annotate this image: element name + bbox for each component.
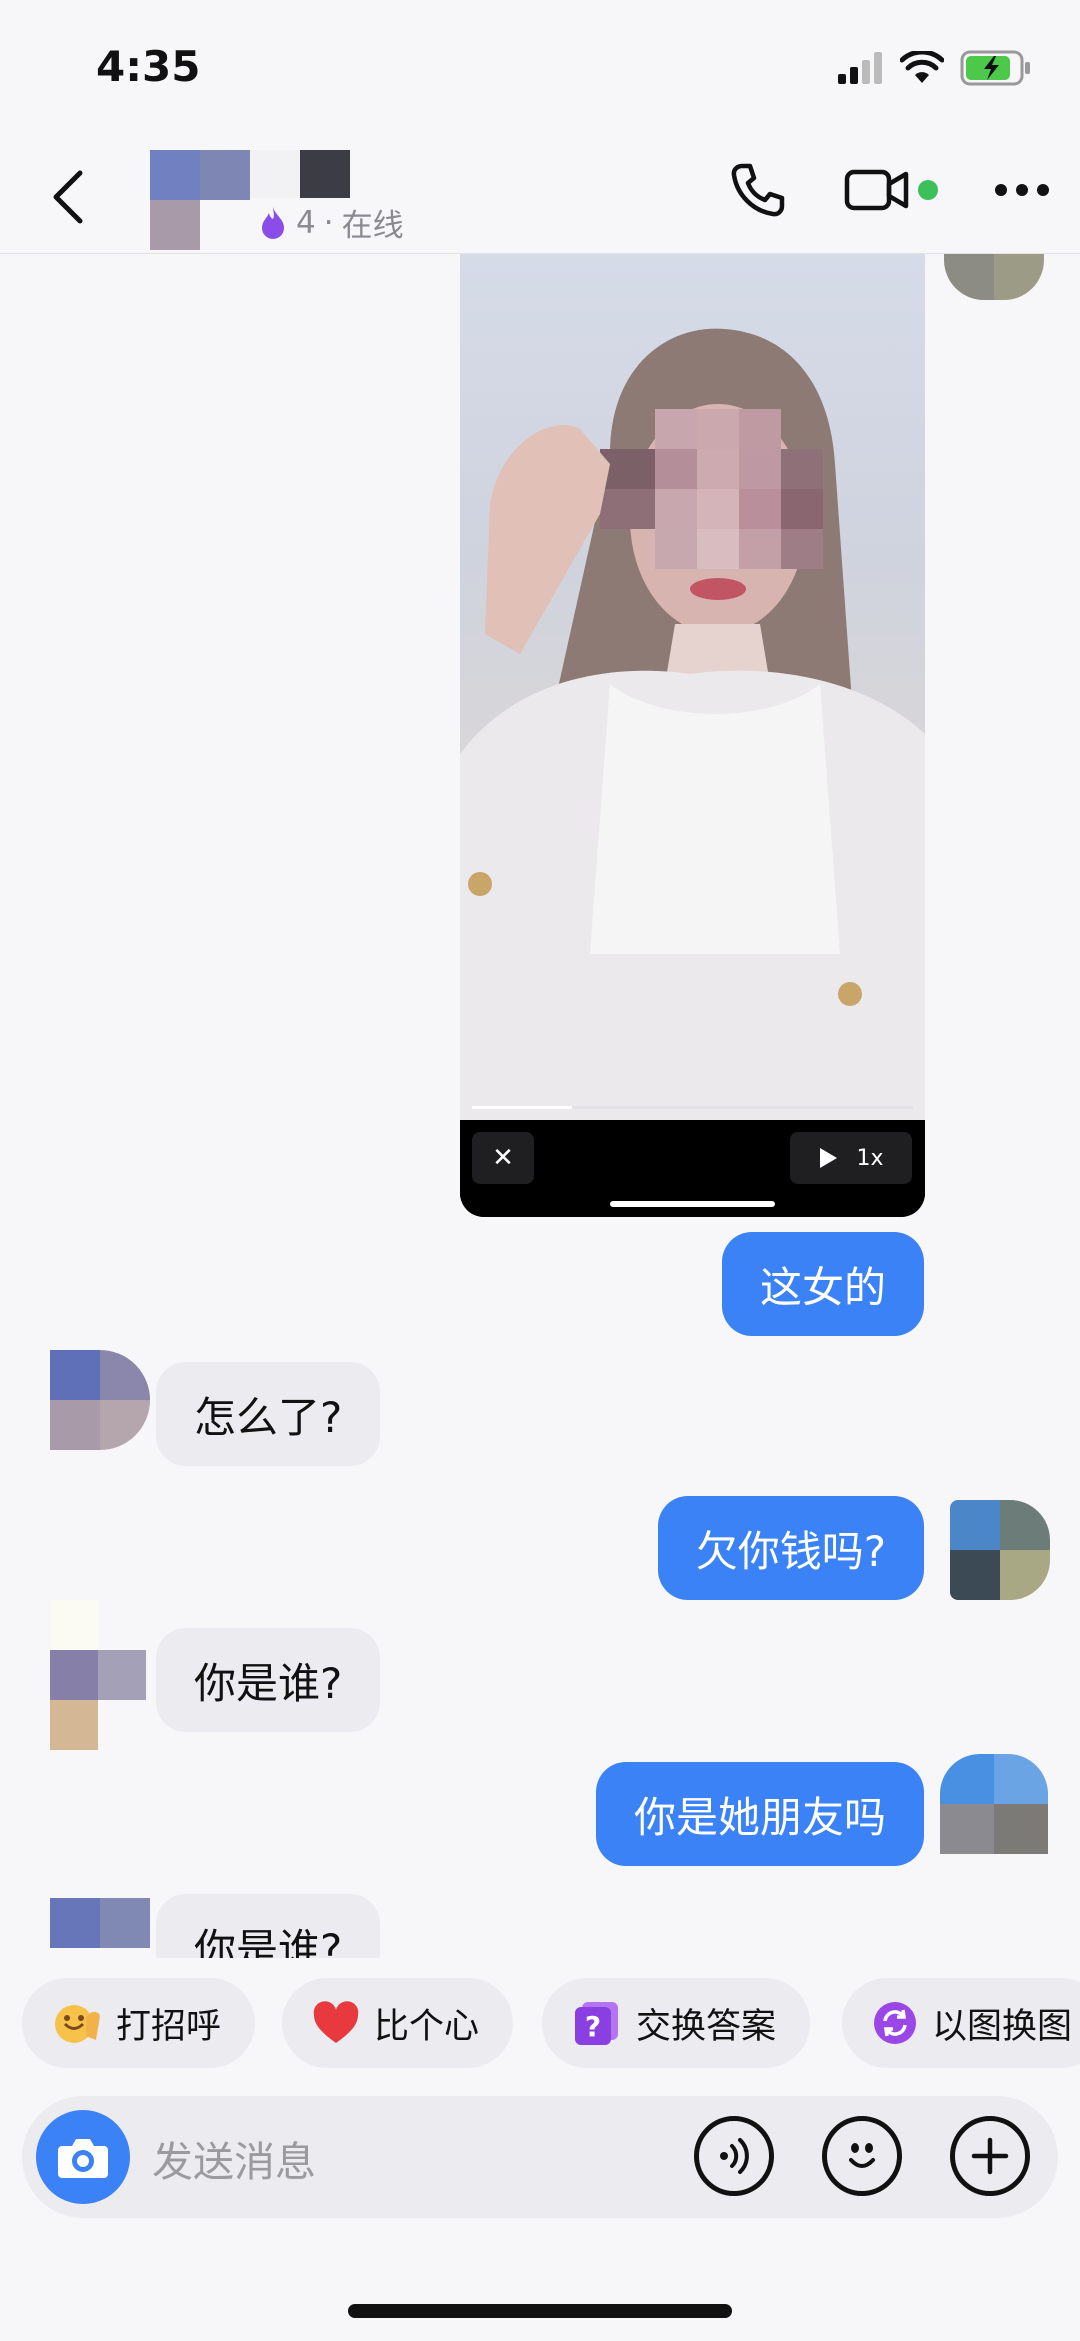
chat-screen: 4:35 4 · 在线 ✕ 1x 这女的 怎么了? 欠你钱吗? 你是谁? 你是她…: [0, 0, 1080, 2341]
video-controls: ✕ 1x: [460, 1120, 925, 1217]
message-list[interactable]: ✕ 1x 这女的 怎么了? 欠你钱吗? 你是谁? 你是她朋友吗 你是谁?: [0, 254, 1080, 1958]
quick-reply-bar: 打招呼 比个心 ? 交换答案 以图换图: [0, 1978, 1080, 2070]
message-bubble-outgoing[interactable]: 你是她朋友吗: [595, 1762, 924, 1866]
quick-reply-chip[interactable]: 以图换图: [842, 1978, 1080, 2068]
video-camera-icon: [844, 169, 909, 211]
image-swap-icon: [874, 2002, 916, 2044]
video-home-line: [610, 1201, 775, 1207]
chip-label: 以图换图: [932, 2006, 1073, 2047]
wifi-icon: [900, 51, 944, 83]
status-separator: ·: [323, 204, 334, 241]
intimacy-level: 4: [296, 204, 316, 241]
contact-avatar-small[interactable]: [50, 1898, 150, 1958]
more-actions-button[interactable]: [950, 2116, 1030, 2196]
video-thumbnail[interactable]: [460, 254, 925, 1120]
chip-label: 交换答案: [636, 2006, 777, 2047]
home-indicator: [348, 2304, 732, 2318]
voice-wave-icon: [720, 2138, 749, 2174]
flame-icon: [262, 206, 284, 239]
back-button[interactable]: [38, 162, 98, 232]
header-actions: [728, 160, 1050, 220]
battery-icon: [960, 50, 1030, 86]
emoji-button[interactable]: [822, 2116, 902, 2196]
message-text: 怎么了?: [194, 1392, 343, 1442]
status-time: 4:35: [96, 42, 201, 91]
my-avatar[interactable]: [940, 1754, 1048, 1854]
input-actions: [694, 2116, 1030, 2196]
chip-label: 比个心: [374, 2006, 480, 2047]
my-avatar[interactable]: [944, 254, 1044, 300]
heart-icon: [313, 2001, 359, 2043]
emoji-face-icon: [849, 2143, 875, 2168]
camera-button[interactable]: [36, 2110, 130, 2204]
camera-icon: [58, 2139, 108, 2178]
contact-avatar-small[interactable]: [50, 1600, 146, 1750]
message-bubble-outgoing[interactable]: 这女的: [721, 1232, 924, 1336]
quick-reply-chip[interactable]: 比个心: [282, 1978, 514, 2068]
my-avatar[interactable]: [950, 1500, 1050, 1600]
contact-status-line: 4 · 在线: [258, 200, 404, 245]
quick-reply-chip[interactable]: 打招呼: [22, 1978, 256, 2068]
message-bubble-outgoing[interactable]: 欠你钱吗?: [657, 1496, 924, 1600]
message-text: 你是谁?: [194, 1924, 343, 1959]
contact-name-obscured: [250, 150, 350, 198]
video-call-button[interactable]: [844, 167, 938, 213]
more-options-icon[interactable]: [994, 183, 1050, 197]
contact-avatar[interactable]: [150, 150, 250, 250]
chip-label: 打招呼: [116, 2006, 222, 2047]
message-input-bar: 发送消息: [22, 2096, 1058, 2218]
status-icons: [838, 50, 1032, 86]
message-text: 这女的: [759, 1262, 886, 1312]
play-speed-control[interactable]: 1x: [790, 1132, 912, 1184]
chevron-left-icon: [53, 170, 83, 224]
question-card-icon: ?: [575, 2002, 618, 2045]
message-text: 你是谁?: [194, 1658, 343, 1708]
status-bar: 4:35: [0, 0, 1080, 140]
online-status: 在线: [341, 208, 404, 244]
video-person-image: [460, 328, 925, 1120]
quick-reply-chip[interactable]: ? 交换答案: [542, 1978, 811, 2068]
close-video-button[interactable]: ✕: [472, 1132, 534, 1184]
signal-icon: [838, 52, 882, 84]
online-indicator-dot: [918, 180, 938, 200]
wave-emoji-icon: [55, 2005, 100, 2043]
close-icon: ✕: [492, 1143, 514, 1173]
message-bubble-incoming[interactable]: 怎么了?: [156, 1362, 381, 1466]
message-bubble-incoming[interactable]: 你是谁?: [156, 1894, 381, 1959]
chat-header: 4 · 在线: [0, 140, 1080, 254]
contact-avatar-small[interactable]: [50, 1350, 150, 1450]
play-icon: [820, 1148, 838, 1168]
plus-icon: [971, 2137, 1009, 2175]
message-input[interactable]: 发送消息: [152, 2128, 316, 2188]
voice-button[interactable]: [694, 2116, 774, 2196]
video-message[interactable]: ✕ 1x: [460, 254, 925, 1217]
phone-call-icon[interactable]: [728, 160, 788, 220]
message-text: 欠你钱吗?: [695, 1526, 886, 1576]
message-bubble-incoming[interactable]: 你是谁?: [156, 1628, 381, 1732]
playback-speed: 1x: [856, 1145, 884, 1171]
message-text: 你是她朋友吗: [633, 1792, 886, 1842]
svg-text:?: ?: [585, 2010, 601, 2043]
